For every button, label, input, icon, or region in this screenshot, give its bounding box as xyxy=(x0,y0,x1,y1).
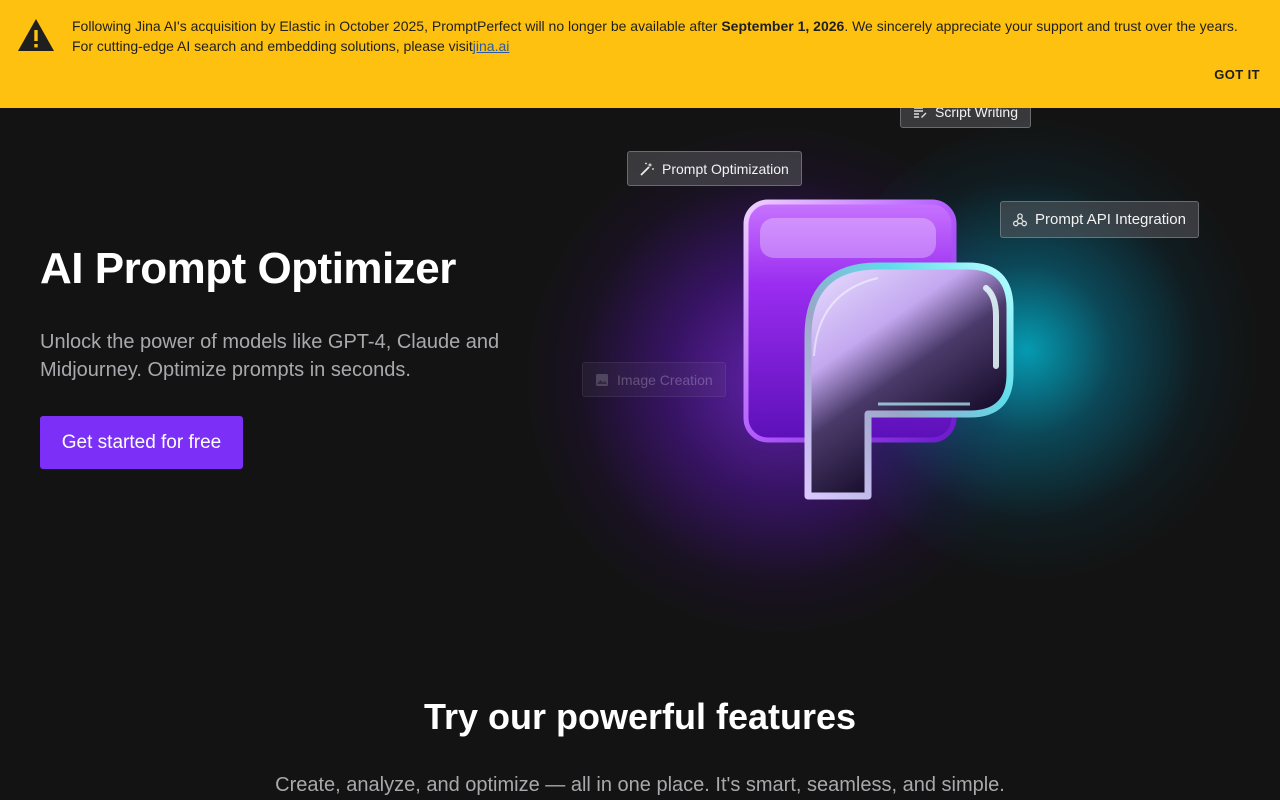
chip-api-integration: Prompt API Integration xyxy=(1000,201,1199,238)
announcement-banner: Following Jina AI's acquisition by Elast… xyxy=(0,0,1280,108)
promptperfect-logo xyxy=(743,199,1014,500)
hero-subtitle: Unlock the power of models like GPT-4, C… xyxy=(40,331,500,381)
hero-title: AI Prompt Optimizer xyxy=(40,244,456,293)
warning-icon xyxy=(18,19,54,51)
got-it-button[interactable]: GOT IT xyxy=(1214,67,1260,82)
chip-optimization-label: Prompt Optimization xyxy=(662,160,789,177)
features-title: Try our powerful features xyxy=(423,696,857,737)
image-icon xyxy=(596,373,608,386)
banner-message: Following Jina AI's acquisition by Elast… xyxy=(72,16,1257,56)
chip-image-label: Image Creation xyxy=(617,371,713,388)
features-subtitle: Create, analyze, and optimize — all in o… xyxy=(275,774,1005,796)
banner-date: September 1, 2026 xyxy=(721,18,845,34)
jina-link[interactable]: jina.ai xyxy=(473,38,510,54)
magic-wand-icon xyxy=(640,162,654,176)
get-started-button[interactable]: Get started for free xyxy=(40,416,243,469)
chip-prompt-optimization: Prompt Optimization xyxy=(627,151,802,186)
chip-api-label: Prompt API Integration xyxy=(1035,211,1186,228)
landing-page: Following Jina AI's acquisition by Elast… xyxy=(0,0,1280,800)
chip-image-creation: Image Creation xyxy=(582,362,726,397)
banner-text-before: Following Jina AI's acquisition by Elast… xyxy=(72,18,722,34)
